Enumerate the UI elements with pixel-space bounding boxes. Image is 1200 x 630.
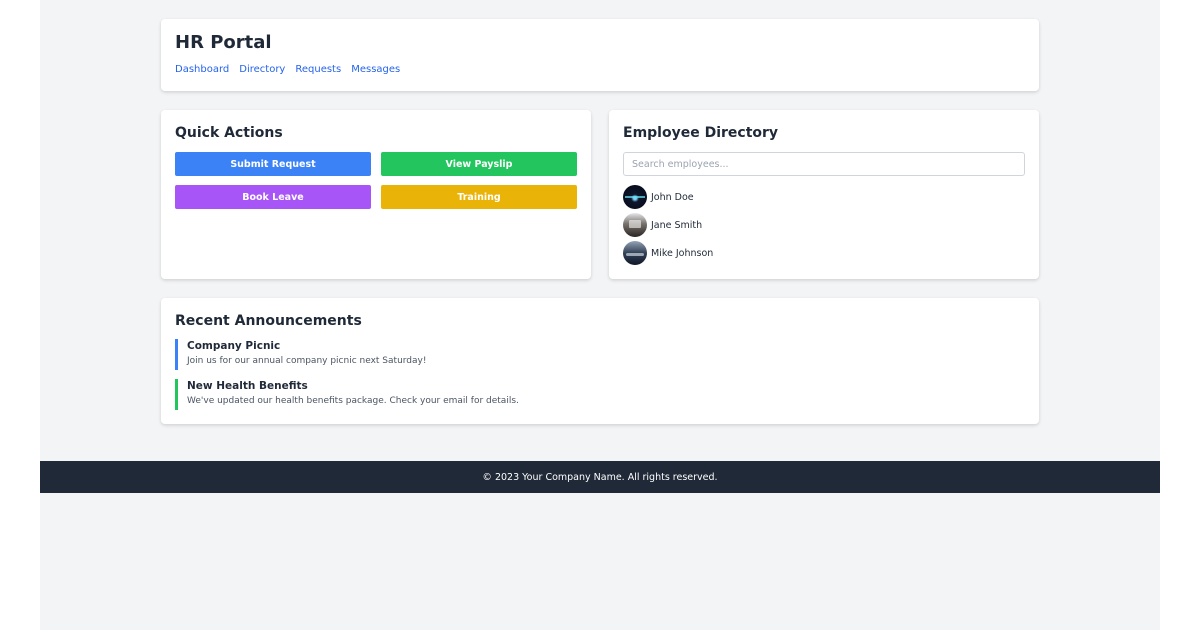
nav-link-requests[interactable]: Requests (295, 64, 341, 75)
submit-request-button[interactable]: Submit Request (175, 152, 371, 176)
announcement-title: Company Picnic (187, 340, 281, 352)
employee-directory-title: Employee Directory (623, 125, 779, 141)
main-nav: Dashboard Directory Requests Messages (175, 64, 400, 75)
training-button[interactable]: Training (381, 185, 577, 209)
view-payslip-button[interactable]: View Payslip (381, 152, 577, 176)
nav-link-messages[interactable]: Messages (351, 64, 400, 75)
announcement-title: New Health Benefits (187, 380, 308, 392)
employee-directory-card: Employee Directory John Doe Jane Smith M… (609, 110, 1039, 279)
employee-item-john-doe[interactable]: John Doe (623, 185, 713, 209)
avatar (623, 185, 647, 209)
employee-search-input[interactable] (623, 152, 1025, 176)
employee-name: Mike Johnson (651, 247, 714, 259)
nav-link-dashboard[interactable]: Dashboard (175, 64, 229, 75)
employee-list: John Doe Jane Smith Mike Johnson (623, 185, 713, 269)
book-leave-button[interactable]: Book Leave (175, 185, 371, 209)
announcement-body: We've updated our health benefits packag… (187, 396, 519, 406)
announcements-title: Recent Announcements (175, 313, 362, 329)
page-background: HR Portal Dashboard Directory Requests M… (40, 0, 1160, 630)
page-footer: © 2023 Your Company Name. All rights res… (40, 461, 1160, 493)
header-card: HR Portal Dashboard Directory Requests M… (161, 19, 1039, 91)
copyright-text: © 2023 Your Company Name. All rights res… (482, 471, 718, 483)
employee-name: Jane Smith (651, 219, 703, 231)
announcement-item: New Health Benefits We've updated our he… (175, 379, 1015, 410)
avatar (623, 213, 647, 237)
app-title: HR Portal (175, 32, 272, 53)
announcements-card: Recent Announcements Company Picnic Join… (161, 298, 1039, 424)
employee-item-mike-johnson[interactable]: Mike Johnson (623, 241, 713, 265)
quick-actions-grid: Submit Request View Payslip Book Leave T… (175, 152, 577, 209)
avatar (623, 241, 647, 265)
employee-name: John Doe (651, 191, 694, 203)
employee-item-jane-smith[interactable]: Jane Smith (623, 213, 713, 237)
announcement-item: Company Picnic Join us for our annual co… (175, 339, 1015, 370)
nav-link-directory[interactable]: Directory (239, 64, 285, 75)
announcement-body: Join us for our annual company picnic ne… (187, 356, 427, 366)
quick-actions-card: Quick Actions Submit Request View Paysli… (161, 110, 591, 279)
quick-actions-title: Quick Actions (175, 125, 283, 141)
